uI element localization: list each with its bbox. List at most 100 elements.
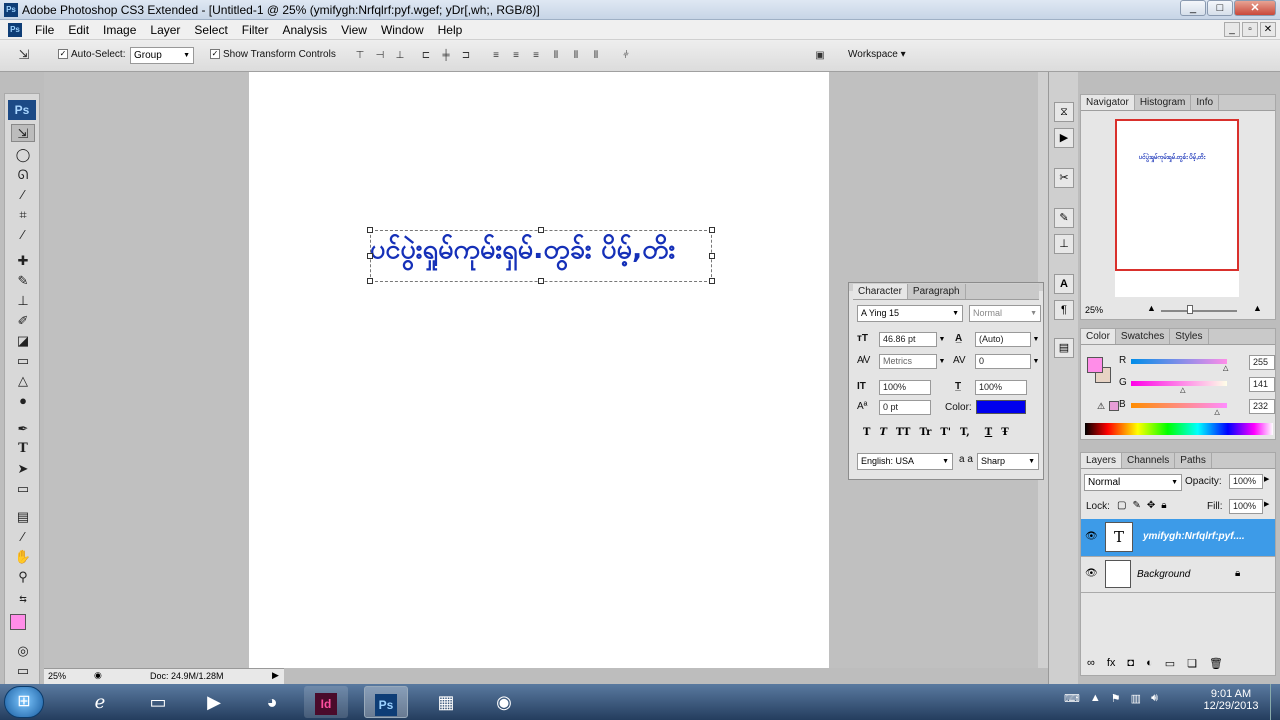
horizontal-scale-field[interactable]: 100%	[975, 380, 1027, 395]
zoom-out-icon[interactable]: ▲	[1147, 303, 1156, 313]
kerning-field[interactable]: Metrics	[879, 354, 937, 369]
eyedropper-tool-icon[interactable]: ⁄	[11, 528, 35, 546]
align-bottom-icon[interactable]: ⊥	[392, 49, 408, 63]
layer-comps-icon[interactable]: ▤	[1054, 338, 1074, 358]
menu-filter[interactable]: Filter	[235, 23, 276, 37]
notes-tool-icon[interactable]: ▤	[11, 508, 35, 526]
history-brush-icon[interactable]: ✐	[11, 312, 35, 330]
underline-icon[interactable]: T	[985, 427, 992, 438]
ie-icon[interactable]: ℯ	[78, 686, 122, 718]
pen-tool-icon[interactable]: ✒	[11, 420, 35, 438]
distribute-top-icon[interactable]: ≡	[488, 49, 504, 63]
lock-transparent-icon[interactable]: ▢	[1117, 500, 1126, 511]
zoom-slider[interactable]	[1161, 310, 1237, 312]
tab-navigator[interactable]: Navigator	[1081, 95, 1135, 110]
tab-paragraph[interactable]: Paragraph	[908, 284, 966, 299]
action-center-icon[interactable]: ⚑	[1111, 692, 1121, 705]
photoshop-icon[interactable]: Ps	[364, 686, 408, 718]
vertical-scale-field[interactable]: 100%	[879, 380, 931, 395]
path-select-icon[interactable]: ➤	[11, 460, 35, 478]
anti-alias-dropdown[interactable]: Sharp ▼	[977, 453, 1039, 470]
type-tool-icon[interactable]: T	[11, 440, 35, 458]
auto-select-checkbox[interactable]: ✓ Auto-Select:	[58, 48, 125, 60]
fill-field[interactable]: 100%	[1229, 499, 1263, 514]
small-caps-icon[interactable]: Tr	[919, 427, 931, 438]
clone-stamp-icon[interactable]: ⊥	[11, 292, 35, 310]
doc-minimize-button[interactable]: _	[1224, 22, 1240, 37]
bridge-icon[interactable]: ▣	[810, 49, 830, 63]
link-layers-icon[interactable]: ∞	[1087, 657, 1095, 670]
opacity-field[interactable]: 100%	[1229, 474, 1263, 489]
superscript-icon[interactable]: T'	[940, 427, 951, 438]
minimize-button[interactable]: _	[1180, 0, 1206, 16]
align-top-icon[interactable]: ⊤	[352, 49, 368, 63]
eraser-tool-icon[interactable]: ◪	[11, 332, 35, 350]
auto-align-icon[interactable]: ⫩	[618, 49, 634, 63]
layer-row-text[interactable]: 👁︎ T ymifygh:Nrfqlrf:pyf....	[1081, 519, 1275, 557]
zoom-slider-thumb[interactable]	[1187, 305, 1193, 314]
menu-window[interactable]: Window	[374, 23, 431, 37]
menu-help[interactable]: Help	[431, 23, 470, 37]
g-slider[interactable]	[1131, 381, 1227, 386]
menu-layer[interactable]: Layer	[143, 23, 187, 37]
tab-color[interactable]: Color	[1081, 329, 1116, 344]
distribute-bottom-icon[interactable]: ≡	[528, 49, 544, 63]
menu-view[interactable]: View	[334, 23, 374, 37]
start-button[interactable]: ⊞	[4, 686, 44, 718]
tab-channels[interactable]: Channels	[1122, 453, 1176, 468]
close-button[interactable]: ✕	[1234, 0, 1276, 16]
tab-character[interactable]: Character	[853, 284, 908, 299]
doc-restore-button[interactable]: ▫	[1242, 22, 1258, 37]
align-hcenter-icon[interactable]: ╪	[438, 49, 454, 63]
new-group-icon[interactable]: ▭	[1165, 657, 1175, 670]
menu-select[interactable]: Select	[187, 23, 234, 37]
gamut-swatch[interactable]	[1109, 401, 1119, 411]
network-icon[interactable]: ▥	[1131, 692, 1141, 705]
color-ramp[interactable]	[1085, 423, 1273, 435]
auto-select-dropdown[interactable]: Group ▼	[130, 47, 194, 64]
brushes-panel-icon[interactable]: ✎	[1054, 208, 1074, 228]
distribute-left-icon[interactable]: ⫴	[548, 49, 564, 63]
transform-handle[interactable]	[367, 253, 373, 259]
keyboard-icon[interactable]: ⌨	[1064, 692, 1080, 705]
foreground-color-swatch[interactable]	[10, 614, 26, 630]
blur-tool-icon[interactable]: △	[11, 372, 35, 390]
move-tool-preset-icon[interactable]: ⇲	[16, 48, 32, 62]
faux-italic-icon[interactable]: T	[879, 427, 886, 438]
r-slider-thumb[interactable]: △	[1223, 364, 1228, 372]
picture-icon[interactable]: ▦	[424, 686, 468, 718]
font-size-field[interactable]: 46.86 pt	[879, 332, 937, 347]
character-panel-icon[interactable]: A	[1054, 274, 1074, 294]
menu-edit[interactable]: Edit	[61, 23, 96, 37]
fill-arrow-icon[interactable]: ▶	[1264, 500, 1269, 508]
volume-icon[interactable]: 🔊︎	[1151, 692, 1158, 705]
history-panel-icon[interactable]: ⧖	[1054, 102, 1074, 122]
status-arrow-icon[interactable]: ▶	[272, 670, 279, 681]
layer-mask-icon[interactable]: ◘	[1127, 657, 1134, 670]
indesign-icon[interactable]: Id	[304, 686, 348, 718]
firefox-icon[interactable]: ◕	[250, 686, 294, 718]
hand-tool-icon[interactable]: ✋	[11, 548, 35, 566]
move-tool-icon[interactable]: ⇲	[11, 124, 35, 142]
maximize-button[interactable]: □	[1207, 0, 1233, 16]
tab-swatches[interactable]: Swatches	[1116, 329, 1171, 344]
subscript-icon[interactable]: T,	[960, 427, 970, 438]
swap-colors-icon[interactable]: ⇆	[11, 590, 35, 608]
align-left-icon[interactable]: ⊏	[418, 49, 434, 63]
actions-panel-icon[interactable]: ▶	[1054, 128, 1074, 148]
g-value[interactable]: 141	[1249, 377, 1275, 392]
font-style-dropdown[interactable]: Normal ▼	[969, 305, 1041, 322]
transform-handle[interactable]	[709, 278, 715, 284]
transform-handle[interactable]	[709, 253, 715, 259]
distribute-right-icon[interactable]: ⫴	[588, 49, 604, 63]
shape-tool-icon[interactable]: ▭	[11, 480, 35, 498]
tab-layers[interactable]: Layers	[1081, 453, 1123, 468]
chevron-down-icon[interactable]: ▼	[937, 333, 947, 346]
distribute-hcenter-icon[interactable]: ⫴	[568, 49, 584, 63]
tracking-field[interactable]: 0	[975, 354, 1031, 369]
menu-file[interactable]: File	[28, 23, 61, 37]
media-icon[interactable]: ▶	[192, 686, 236, 718]
chevron-down-icon[interactable]: ▼	[1031, 333, 1041, 346]
font-family-dropdown[interactable]: A Ying 15 ▼	[857, 305, 963, 322]
transform-handle[interactable]	[367, 227, 373, 233]
